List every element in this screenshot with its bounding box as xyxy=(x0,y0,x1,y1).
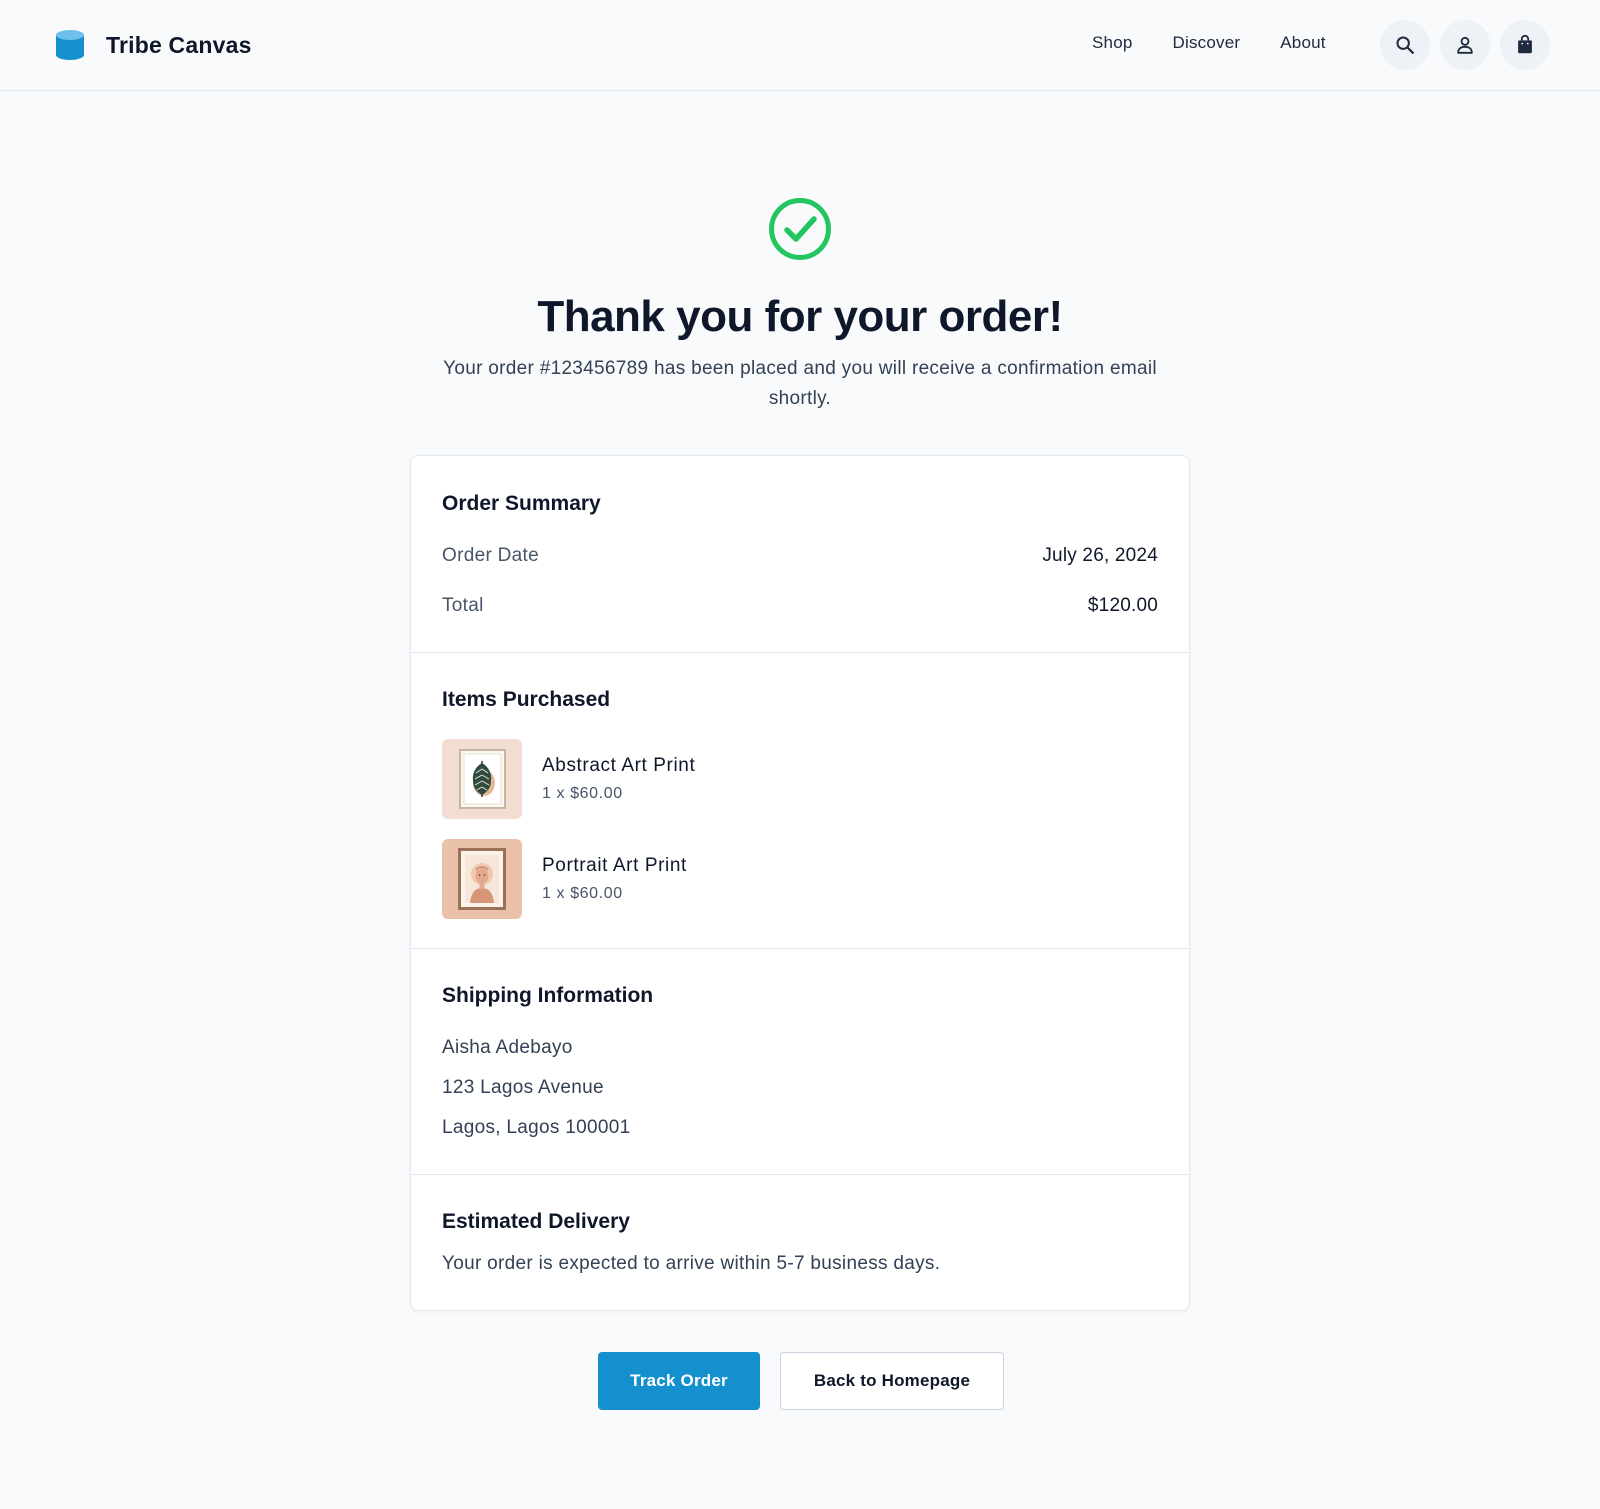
brand[interactable]: Tribe Canvas xyxy=(54,28,252,62)
items-purchased-section: Items Purchased Abstract Art Print 1 x $… xyxy=(411,652,1189,948)
user-icon xyxy=(1457,36,1473,54)
estimated-delivery-section: Estimated Delivery Your order is expecte… xyxy=(411,1174,1189,1310)
main-nav: Shop Discover About xyxy=(1092,33,1326,53)
order-details-card: Order Summary Order Date July 26, 2024 T… xyxy=(410,455,1190,1311)
list-item[interactable]: Abstract Art Print 1 x $60.00 xyxy=(442,739,1142,819)
item-quantity-price: 1 x $60.00 xyxy=(542,885,623,902)
cart-button[interactable] xyxy=(1500,20,1550,70)
site-header: Tribe Canvas Shop Discover About xyxy=(0,0,1600,91)
item-quantity-price: 1 x $60.00 xyxy=(542,785,623,802)
total-label: Total xyxy=(442,595,484,616)
item-name: Abstract Art Print xyxy=(542,755,696,776)
search-button[interactable] xyxy=(1380,20,1430,70)
check-circle-icon xyxy=(769,198,831,260)
account-button[interactable] xyxy=(1440,20,1490,70)
shipping-city: Lagos, Lagos 100001 xyxy=(442,1117,631,1138)
track-order-button[interactable]: Track Order xyxy=(598,1352,760,1410)
estimated-delivery-heading: Estimated Delivery xyxy=(442,1210,630,1233)
brand-name: Tribe Canvas xyxy=(106,31,252,58)
shipping-street: 123 Lagos Avenue xyxy=(442,1077,604,1098)
order-summary-heading: Order Summary xyxy=(442,492,601,515)
leaf-art-thumbnail xyxy=(442,739,522,819)
order-date-label: Order Date xyxy=(442,545,539,566)
page-title: Thank you for your order! xyxy=(537,292,1063,341)
back-to-homepage-button[interactable]: Back to Homepage xyxy=(780,1352,1004,1410)
shipping-information-heading: Shipping Information xyxy=(442,984,654,1007)
cylinder-logo-icon xyxy=(56,30,84,60)
shipping-name: Aisha Adebayo xyxy=(442,1037,573,1058)
nav-link-shop[interactable]: Shop xyxy=(1092,33,1133,53)
portrait-art-thumbnail xyxy=(442,839,522,919)
nav-link-discover[interactable]: Discover xyxy=(1173,33,1241,53)
total-value: $120.00 xyxy=(1087,595,1158,616)
confirmation-message: Your order #123456789 has been placed an… xyxy=(443,358,1157,409)
items-purchased-heading: Items Purchased xyxy=(442,688,611,711)
estimated-delivery-message: Your order is expected to arrive within … xyxy=(442,1253,941,1274)
shopping-bag-icon xyxy=(1518,34,1532,54)
order-date-value: July 26, 2024 xyxy=(1042,545,1158,566)
shipping-information-section: Shipping Information Aisha Adebayo 123 L… xyxy=(411,948,1189,1174)
order-summary-section: Order Summary Order Date July 26, 2024 T… xyxy=(411,456,1189,652)
search-icon xyxy=(1396,36,1414,54)
nav-link-about[interactable]: About xyxy=(1280,33,1325,53)
item-name: Portrait Art Print xyxy=(542,855,687,876)
list-item[interactable]: Portrait Art Print 1 x $60.00 xyxy=(442,839,1142,919)
